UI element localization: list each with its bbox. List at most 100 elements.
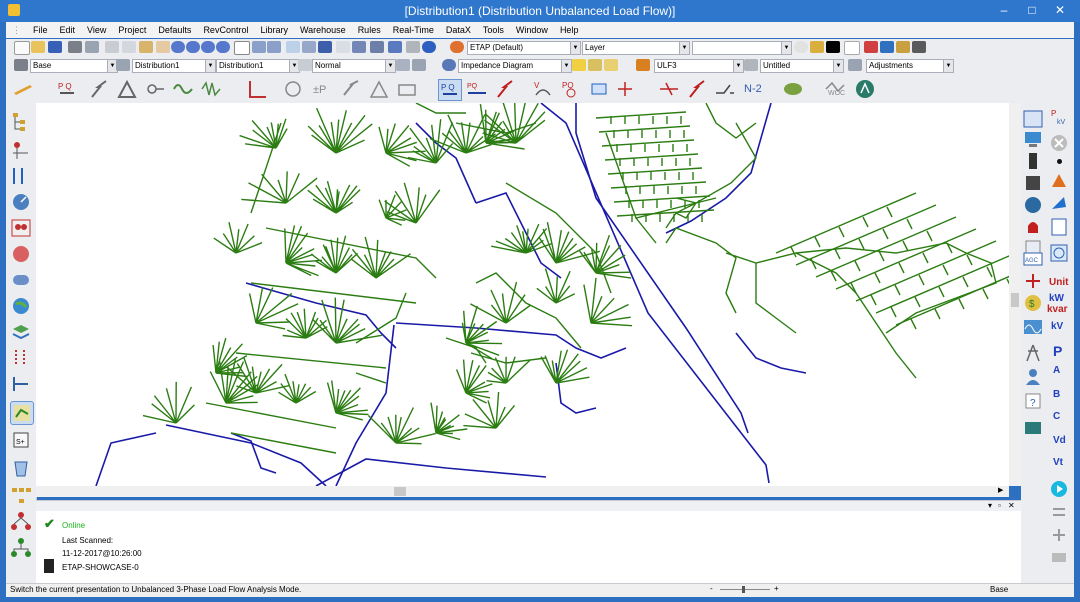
- zoom-fit-icon[interactable]: [201, 41, 215, 53]
- undo-icon[interactable]: [252, 41, 266, 53]
- redo-icon[interactable]: [267, 41, 281, 53]
- optimal-capacitor-icon[interactable]: PQ: [560, 79, 582, 99]
- edit-network-icon[interactable]: [10, 139, 32, 161]
- menu-tools[interactable]: Tools: [477, 22, 510, 38]
- lock-icon[interactable]: [810, 41, 824, 53]
- fill-color-icon[interactable]: [844, 41, 860, 55]
- earth-icon[interactable]: [10, 295, 32, 317]
- paste-icon[interactable]: [139, 41, 153, 53]
- n-minus-2-label[interactable]: N-2: [744, 83, 762, 95]
- ground-icon[interactable]: [10, 373, 32, 395]
- maximize-button[interactable]: □: [1018, 0, 1046, 20]
- reliability-icon[interactable]: [282, 79, 304, 99]
- relay-icon[interactable]: [10, 217, 32, 239]
- unbalanced-load-flow-icon[interactable]: P Q: [438, 79, 462, 101]
- phase-b-label[interactable]: B: [1053, 389, 1060, 400]
- sequence-viewer-icon[interactable]: [614, 79, 636, 99]
- menu-rules[interactable]: Rules: [352, 22, 387, 38]
- ground-grid-icon[interactable]: [368, 79, 390, 99]
- color-icon[interactable]: [826, 41, 840, 53]
- panel-close-icon[interactable]: ✕: [1008, 501, 1015, 510]
- vertical-scrollbar[interactable]: [1009, 103, 1021, 486]
- check-icon[interactable]: [336, 41, 350, 53]
- menu-warehouse[interactable]: Warehouse: [294, 22, 352, 38]
- help-icon[interactable]: [422, 41, 436, 53]
- geospatial-map-icon[interactable]: [10, 401, 34, 425]
- cable-icon[interactable]: [10, 165, 32, 187]
- phase-a-label[interactable]: A: [1053, 365, 1060, 376]
- chevron-down-icon[interactable]: ▼: [943, 60, 953, 72]
- connection-icon[interactable]: [1049, 525, 1069, 545]
- horizontal-scrollbar[interactable]: ▶: [36, 486, 1009, 497]
- config-manager-icon[interactable]: [412, 59, 426, 71]
- hierarchy-icon[interactable]: [10, 111, 32, 133]
- transient-stability-icon[interactable]: [200, 79, 222, 99]
- cable-pulling-icon[interactable]: [10, 269, 32, 291]
- print-icon[interactable]: [68, 41, 82, 53]
- menu-datax[interactable]: DataX: [440, 22, 477, 38]
- ulf-mode-icon[interactable]: [1023, 109, 1043, 129]
- configuration-icon[interactable]: [116, 59, 130, 71]
- alert-icon[interactable]: [1049, 171, 1069, 191]
- theme-icon[interactable]: [450, 41, 464, 53]
- comment-icon[interactable]: [604, 59, 618, 71]
- switching-sequence-icon[interactable]: [588, 79, 610, 99]
- print-preview-icon[interactable]: [85, 41, 99, 53]
- zoom-in-icon[interactable]: [171, 41, 185, 53]
- unbalanced-short-circuit-icon[interactable]: [494, 79, 516, 99]
- zoom-out-icon[interactable]: [186, 41, 200, 53]
- blank-combo[interactable]: ▼: [692, 41, 792, 55]
- output-report-combo[interactable]: Untitled ▼: [760, 59, 844, 73]
- battery-icon[interactable]: [396, 79, 418, 99]
- display-options-icon[interactable]: [588, 59, 602, 71]
- bell-icon[interactable]: [1023, 217, 1043, 237]
- globe-icon[interactable]: [1023, 195, 1043, 215]
- menu-revcontrol[interactable]: RevControl: [197, 22, 254, 38]
- motor-start-icon[interactable]: [144, 79, 166, 99]
- study-case-icon[interactable]: [636, 59, 650, 71]
- chevron-down-icon[interactable]: ▼: [781, 42, 791, 54]
- switchboard-icon[interactable]: [1023, 173, 1043, 193]
- unit-label[interactable]: Unit: [1049, 277, 1068, 288]
- base-combo[interactable]: Base ▼: [30, 59, 118, 73]
- woc-label[interactable]: WOC: [828, 90, 845, 97]
- chart-icon[interactable]: [388, 41, 402, 53]
- diagram-icon[interactable]: [442, 59, 456, 71]
- table-icon[interactable]: [302, 41, 316, 53]
- schedule-icon[interactable]: [10, 347, 32, 369]
- link-icon[interactable]: [352, 41, 366, 53]
- save-icon[interactable]: [48, 41, 62, 53]
- chevron-down-icon[interactable]: ▼: [385, 60, 395, 72]
- lightbulb-icon[interactable]: [794, 41, 808, 53]
- menu-library[interactable]: Library: [254, 22, 294, 38]
- open-icon[interactable]: [31, 41, 45, 53]
- recycle-bin-icon[interactable]: [10, 457, 32, 479]
- diagram-combo[interactable]: Impedance Diagram ▼: [458, 59, 572, 73]
- pq-load-flow-icon[interactable]: P Q: [56, 79, 78, 99]
- chevron-down-icon[interactable]: ▼: [570, 42, 580, 54]
- menu-file[interactable]: File: [27, 22, 54, 38]
- zoom-plus[interactable]: +: [774, 584, 779, 593]
- pan-icon[interactable]: [156, 41, 170, 53]
- arrow-icon[interactable]: [1049, 193, 1069, 213]
- chevron-down-icon[interactable]: ▼: [733, 60, 743, 72]
- highlight-icon[interactable]: [572, 59, 586, 71]
- vertical-scroll-thumb[interactable]: [1011, 293, 1019, 307]
- zoom-thumb[interactable]: [742, 586, 745, 593]
- adjustments-combo[interactable]: Adjustments ▼: [866, 59, 954, 73]
- volt-var-icon[interactable]: [782, 79, 804, 99]
- study-case-combo[interactable]: ULF3 ▼: [654, 59, 744, 73]
- clock-icon[interactable]: [1049, 243, 1069, 263]
- phone-icon[interactable]: [1023, 151, 1043, 171]
- panel-float-icon[interactable]: ▫: [998, 501, 1001, 510]
- zoom-slider[interactable]: [720, 589, 770, 590]
- theme-combo[interactable]: ETAP (Default) ▼: [467, 41, 581, 55]
- get-template-icon[interactable]: [370, 41, 384, 53]
- font-icon[interactable]: [864, 41, 878, 53]
- menu-real-time[interactable]: Real-Time: [387, 22, 440, 38]
- kw-label[interactable]: kW: [1049, 293, 1064, 304]
- menu-edit[interactable]: Edit: [54, 22, 82, 38]
- waveform-icon[interactable]: [1023, 317, 1043, 337]
- tool-icon[interactable]: [406, 41, 420, 53]
- zoom-minus[interactable]: -: [710, 584, 713, 593]
